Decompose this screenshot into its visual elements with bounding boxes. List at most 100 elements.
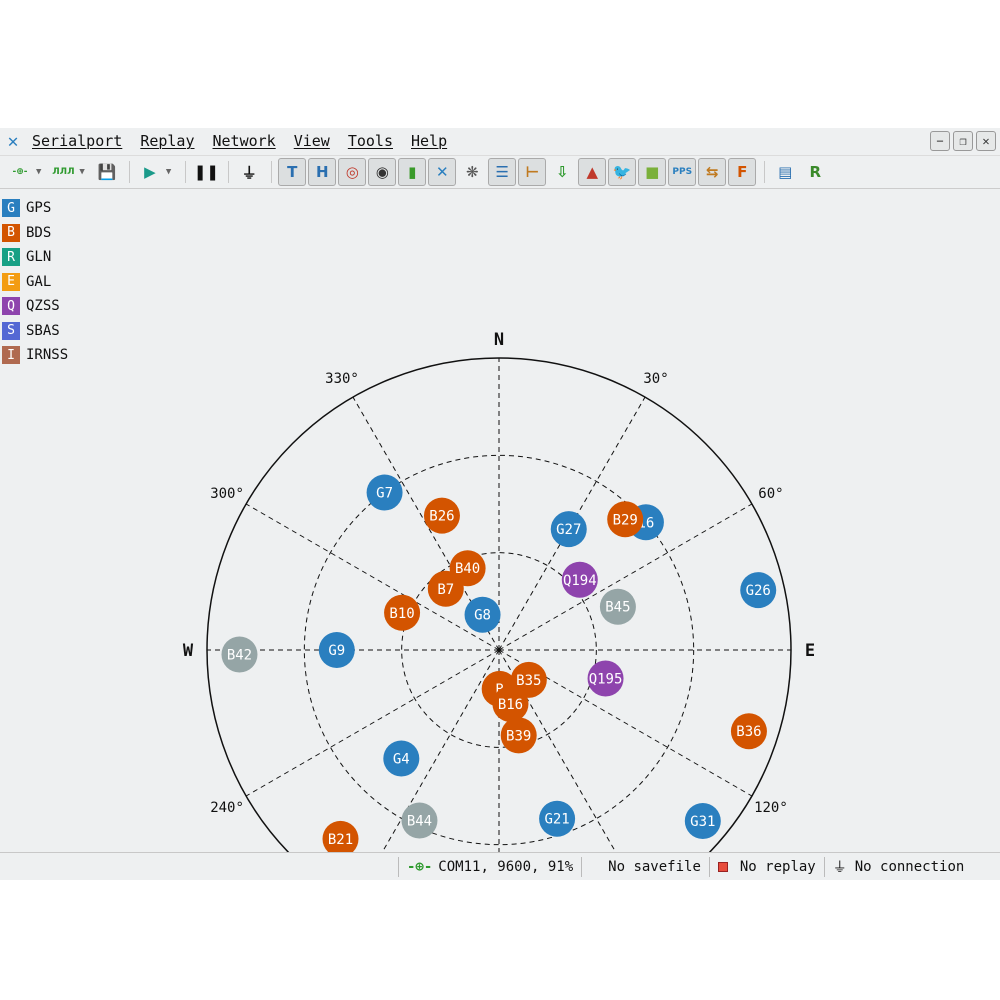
toolbar-separator [228,161,230,183]
azimuth-label: 120° [754,800,788,816]
satellite-label: B35 [516,673,541,689]
minimize-button[interactable]: − [930,131,950,151]
pps-button[interactable]: PPS [668,158,697,186]
constellation-icon: ❋ [465,163,479,181]
signal-bars-button[interactable]: ▮ [398,158,427,186]
satellite-label: B7 [437,582,454,598]
pigeon-icon: 🐦 [612,163,632,181]
satellite-label: G8 [474,608,491,624]
satellite-label: B29 [613,512,638,528]
satellite-label: B40 [455,561,480,577]
save-button[interactable]: 💾 [93,158,121,186]
compass-button[interactable]: ◎ [338,158,367,186]
file-f-icon: F [737,163,748,181]
satellite-label: B45 [605,600,630,616]
satellite-icon: ✕ [435,163,449,181]
toolbar: -⊕- ▼ ЛЛЛ ▼ 💾 ▶ ▼ ❚❚ ⏚ T H ◎ ◉ ▮ ✕ ❋ ☰ ⊢ ⇩ ▲ 🐦 ■ PPS ⇆ F ▤ R [0,155,1000,189]
satellite-label: Q194 [563,573,597,589]
sky-plot: NESW30°60°120°150°210°240°300°330°G7B26G… [183,330,815,852]
serial-connect-icon: -⊕- [12,167,28,177]
text-view-icon: T [287,163,298,181]
azimuth-label: 330° [325,371,359,387]
satellite-label: B42 [227,648,252,664]
clock-button[interactable]: ■ [638,158,667,186]
toolbar-separator [271,161,273,183]
menu-replay[interactable]: Replay [140,132,194,150]
tree-button[interactable]: ⊢ [518,158,547,186]
list-button[interactable]: ☰ [488,158,517,186]
layout-button[interactable]: ▤ [771,158,799,186]
pigeon-button[interactable]: 🐦 [608,158,637,186]
swap-button[interactable]: ⇆ [698,158,727,186]
menu-network[interactable]: Network [213,132,276,150]
serial-connect-button[interactable]: -⊕- [6,158,34,186]
satellite-label: G27 [556,522,581,538]
play-icon: ▶ [144,163,156,181]
pause-button[interactable]: ❚❚ [192,158,220,186]
restore-button[interactable]: ❐ [953,131,973,151]
satellite-label: G9 [328,643,345,659]
replay-status: No replay [739,859,816,875]
dropdown-arrow-icon[interactable]: ▼ [166,167,171,177]
satellite-label: B21 [328,832,353,848]
menu-view[interactable]: View [294,132,330,150]
network-plug-button[interactable]: ⏚ [235,158,263,186]
azimuth-label: 30° [643,371,668,387]
serial-icon: -⊕- [407,859,433,875]
list-icon: ☰ [495,163,509,181]
close-button[interactable]: ✕ [976,131,996,151]
compass-icon: ◎ [345,163,359,181]
hex-view-button[interactable]: H [308,158,337,186]
toolbar-separator [185,161,187,183]
replay-stop-icon [717,862,728,872]
satellite-button[interactable]: ✕ [428,158,457,186]
tree-icon: ⊢ [525,163,540,181]
satellite-label: B36 [736,724,761,740]
satellite-label: B39 [506,728,531,744]
azimuth-spoke [245,649,500,797]
dropdown-arrow-icon[interactable]: ▼ [36,167,41,177]
cardinal-n: N [494,330,504,350]
file-f-button[interactable]: F [728,158,757,186]
app-logo-icon: ✕ [7,130,19,152]
network-plug-icon: ⏚ [832,860,847,876]
navigation-arrow-icon: ▲ [586,163,599,181]
satellite-label: B16 [498,697,523,713]
menu-tools[interactable]: Tools [348,132,393,150]
azimuth-label: 240° [210,800,244,816]
satellite-label: G31 [690,814,715,830]
signal-icon: ЛЛЛ [52,167,75,177]
signal-button[interactable]: ЛЛЛ [49,158,77,186]
constellation-button[interactable]: ❋ [458,158,486,186]
swap-icon: ⇆ [705,163,719,181]
signal-bars-icon: ▮ [408,163,417,181]
toolbar-separator [128,161,130,183]
satellite-label: G21 [544,812,569,828]
satellite-label: B44 [407,814,432,830]
text-view-button[interactable]: T [278,158,307,186]
azimuth-label: 60° [758,486,783,502]
dropdown-arrow-icon[interactable]: ▼ [79,167,84,177]
savefile-status: No savefile [608,859,701,875]
save-icon: 💾 [97,163,117,181]
navigation-arrow-button[interactable]: ▲ [578,158,607,186]
satellite-label: B26 [429,509,454,525]
menu-serialport[interactable]: Serialport [32,132,122,150]
record-icon: R [809,163,822,181]
network-plug-icon: ⏚ [241,163,257,182]
record-button[interactable]: R [801,158,829,186]
satellite-label: G26 [746,583,771,599]
play-button[interactable]: ▶ [136,158,164,186]
satellite-label: G4 [393,751,410,767]
cloud-download-icon: ⇩ [555,163,569,181]
target-button[interactable]: ◉ [368,158,397,186]
toolbar-separator [764,161,766,183]
layout-icon: ▤ [778,163,793,181]
menu-help[interactable]: Help [411,132,447,150]
cloud-download-button[interactable]: ⇩ [548,158,576,186]
port-status: COM11, 9600, 91% [438,859,574,875]
pps-icon: PPS [672,167,693,177]
cardinal-w: W [183,641,194,661]
pause-icon: ❚❚ [193,163,219,181]
app-window: ✕ Serialport Replay Network View Tools H… [0,128,1000,880]
